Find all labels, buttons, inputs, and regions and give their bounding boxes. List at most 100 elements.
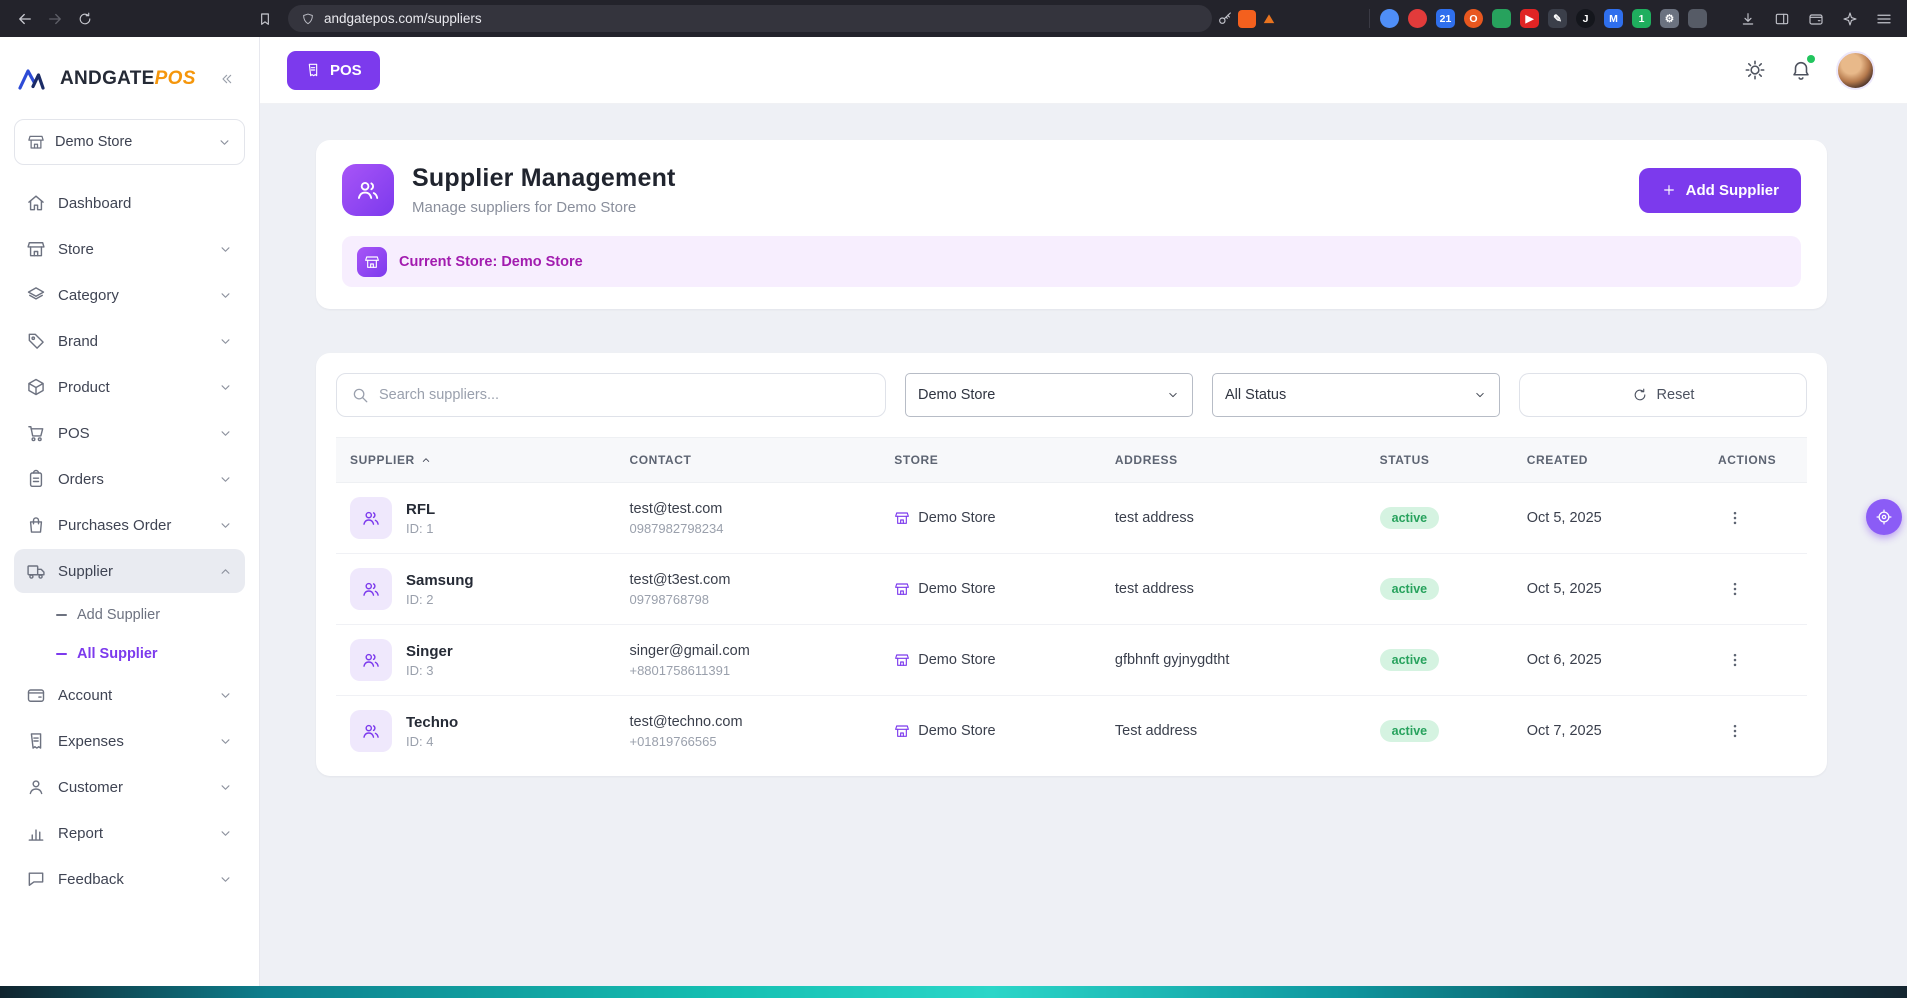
topbar: POS [260, 37, 1907, 104]
column-header-status: STATUS [1365, 437, 1513, 483]
store-filter-select[interactable]: Demo Store [905, 373, 1193, 417]
notes-extension-icon[interactable]: ✎ [1548, 9, 1567, 28]
extension-icon-1[interactable] [1380, 9, 1399, 28]
sidebar-item-label: Supplier [58, 562, 114, 580]
address-bar[interactable]: andgatepos.com/suppliers [288, 5, 1212, 32]
browser-chrome: andgatepos.com/suppliers 21 O ▶ ✎ J M 1 ⚙ [0, 0, 1907, 37]
supplier-avatar [350, 568, 392, 610]
supplier-table-body: RFL ID: 1 test@test.com 0987982798234 Demo S… [336, 482, 1807, 767]
supplier-phone: 09798768798 [629, 591, 710, 607]
sidebar-item-store[interactable]: Store [14, 227, 245, 271]
column-header-supplier[interactable]: SUPPLIER [336, 437, 616, 483]
floating-settings-button[interactable] [1866, 499, 1902, 535]
chevron-down-icon [218, 734, 233, 749]
bookmarks-icon[interactable] [250, 5, 280, 33]
hamburger-menu-icon [1875, 10, 1893, 28]
downloads-button[interactable] [1735, 6, 1761, 32]
table-header-row: SUPPLIER CONTACT STORE ADDRESS STATUS CREATED… [336, 437, 1807, 483]
supplier-phone: +8801758611391 [629, 662, 731, 678]
extension-icon-9[interactable]: M [1604, 9, 1623, 28]
notifications-button[interactable] [1790, 55, 1815, 81]
chevron-down-icon [218, 426, 233, 441]
split-view-button[interactable] [1769, 6, 1795, 32]
store-selector[interactable]: Demo Store [14, 119, 245, 165]
sidebar-item-label: Purchases Order [58, 516, 172, 534]
sidebar-item-account[interactable]: Account [14, 673, 245, 717]
sidebar-item-brand[interactable]: Brand [14, 319, 245, 363]
sidebar-item-label: POS [58, 424, 90, 442]
sidebar-item-customer[interactable]: Customer [14, 765, 245, 809]
user-avatar[interactable] [1836, 50, 1875, 90]
sidebar: ANDGATEPOS Demo Store Dashboard Store Cate… [0, 37, 260, 986]
store-filter-value: Demo Store [918, 387, 996, 403]
supplier-id: ID: 4 [406, 733, 434, 749]
target-icon [1875, 508, 1893, 526]
page-subtitle: Manage suppliers for Demo Store [412, 199, 637, 216]
row-actions-button[interactable] [1718, 646, 1752, 674]
pos-button[interactable]: POS [287, 50, 380, 90]
supplier-store: Demo Store [918, 723, 996, 739]
theme-toggle-button[interactable] [1744, 59, 1766, 81]
bookmark-icon [257, 11, 273, 27]
collapse-sidebar-button[interactable] [213, 65, 241, 93]
suppliers-table: SUPPLIER CONTACT STORE ADDRESS STATUS CREATED… [336, 437, 1807, 766]
status-badge: active [1379, 507, 1440, 529]
video-extension-icon[interactable]: ▶ [1520, 9, 1539, 28]
receipt-icon [305, 62, 321, 78]
extension-icon-2[interactable] [1408, 9, 1427, 28]
password-key-icon[interactable] [1212, 6, 1238, 32]
chevron-down-icon [218, 334, 233, 349]
extension-icon-12[interactable] [1688, 9, 1707, 28]
wallet-button[interactable] [1803, 6, 1829, 32]
supplier-name: RFL [406, 500, 436, 518]
store-selector-value: Demo Store [55, 134, 133, 150]
supplier-address: Test address [1114, 723, 1198, 739]
search-icon [351, 386, 369, 404]
sidebar-item-orders[interactable]: Orders [14, 457, 245, 501]
status-filter-select[interactable]: All Status [1212, 373, 1500, 417]
status-badge: active [1379, 649, 1440, 671]
sidebar-item-purchases-order[interactable]: Purchases Order [14, 503, 245, 547]
bag-icon [26, 515, 46, 535]
add-supplier-button[interactable]: Add Supplier [1638, 167, 1801, 213]
supplier-name: Singer [406, 642, 453, 660]
sidebar-item-expenses[interactable]: Expenses [14, 719, 245, 763]
row-actions-button[interactable] [1718, 717, 1752, 745]
sidebar-item-product[interactable]: Product [14, 365, 245, 409]
extension-icon-10[interactable]: 1 [1632, 9, 1651, 28]
extension-icon-4[interactable]: O [1464, 9, 1483, 28]
row-actions-button[interactable] [1718, 575, 1752, 603]
shields-counter-icon[interactable]: 21 [1436, 9, 1455, 28]
sidebar-item-supplier[interactable]: Supplier [14, 549, 245, 593]
browser-forward-button[interactable] [40, 5, 70, 33]
search-suppliers-input[interactable] [379, 387, 871, 403]
supplier-store: Demo Store [918, 652, 996, 668]
chevron-down-icon [1473, 388, 1487, 402]
browser-reload-button[interactable] [70, 5, 100, 33]
warning-icon[interactable] [1256, 6, 1282, 32]
browser-back-button[interactable] [10, 5, 40, 33]
supplier-id: ID: 3 [406, 662, 434, 678]
sidebar-item-dashboard[interactable]: Dashboard [14, 181, 245, 225]
sidebar-item-pos[interactable]: POS [14, 411, 245, 455]
puzzle-extensions-icon[interactable]: ⚙ [1660, 9, 1679, 28]
row-actions-button[interactable] [1718, 504, 1752, 532]
sidebar-item-category[interactable]: Category [14, 273, 245, 317]
plus-icon [1661, 182, 1677, 198]
sidebar-subitem-add-supplier[interactable]: Add Supplier [14, 595, 245, 634]
extension-icon-5[interactable] [1492, 9, 1511, 28]
ai-assistant-button[interactable] [1837, 6, 1863, 32]
browser-menu-button[interactable] [1871, 6, 1897, 32]
reset-filters-button[interactable]: Reset [1519, 373, 1807, 417]
sidebar-item-report[interactable]: Report [14, 811, 245, 855]
supplier-row: RFL ID: 1 test@test.com 0987982798234 Demo S… [336, 482, 1807, 554]
brave-shields-icon[interactable] [1238, 9, 1256, 28]
panel-icon [1774, 11, 1790, 27]
page-content: Supplier Management Manage suppliers for… [260, 104, 1907, 986]
sidebar-subitem-all-supplier[interactable]: All Supplier [14, 634, 245, 673]
sidebar-item-feedback[interactable]: Feedback [14, 857, 245, 901]
receipt-icon [26, 731, 46, 751]
extension-icon-8[interactable]: J [1576, 9, 1595, 28]
topbar-actions [1744, 50, 1875, 90]
column-header-store: STORE [880, 437, 1101, 483]
